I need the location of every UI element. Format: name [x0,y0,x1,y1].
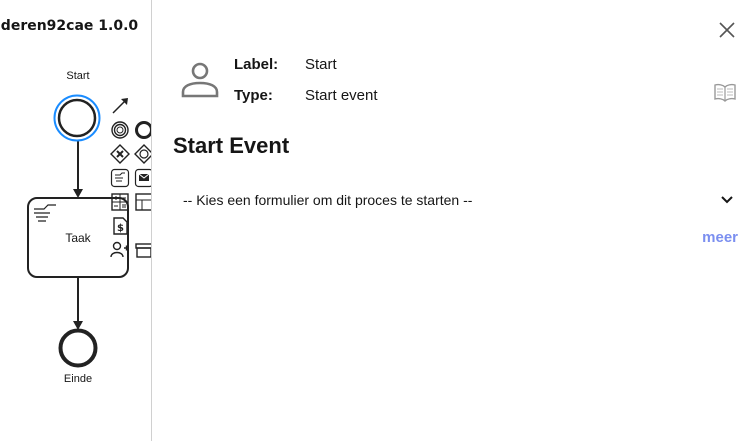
properties-panel: Label: Start Type: Start event Start Eve… [151,0,750,441]
form-select-value: -- Kies een formulier om dit proces te s… [183,192,473,208]
end-event-label: Einde [63,373,93,385]
chevron-down-icon [719,192,735,208]
send-task-icon[interactable] [134,168,152,188]
add-user-icon[interactable] [110,240,130,260]
label-key: Label: [234,56,279,73]
more-link[interactable]: meer [702,229,738,246]
start-event-label: Start [66,70,90,82]
documentation-book-icon[interactable] [713,82,737,102]
label-value: Start [305,56,337,73]
form-layout-icon[interactable] [134,192,152,212]
type-key: Type: [234,87,273,104]
store-icon[interactable] [134,240,152,260]
connect-arrow-icon[interactable] [110,96,130,116]
start-event[interactable] [53,94,101,142]
manual-task-icon[interactable] [110,168,130,188]
calculator-icon[interactable] [110,192,130,212]
document-dollar-icon[interactable]: $ [110,216,130,236]
exclusive-gateway-icon[interactable] [110,144,130,164]
panel-heading: Start Event [173,133,290,158]
user-icon [180,60,220,100]
end-event[interactable] [58,328,98,368]
bpmn-canvas[interactable]: jderen92cae 1.0.0 Start Taak Einde $ [0,0,152,441]
task-label: Taak [65,231,91,245]
svg-text:$: $ [117,223,124,234]
type-value: Start event [305,87,378,104]
close-icon[interactable] [717,20,737,40]
event-gateway-icon[interactable] [134,144,152,164]
end-event-icon[interactable] [134,120,152,140]
form-select[interactable]: -- Kies een formulier om dit proces te s… [173,186,735,214]
intermediate-event-icon[interactable] [110,120,130,140]
